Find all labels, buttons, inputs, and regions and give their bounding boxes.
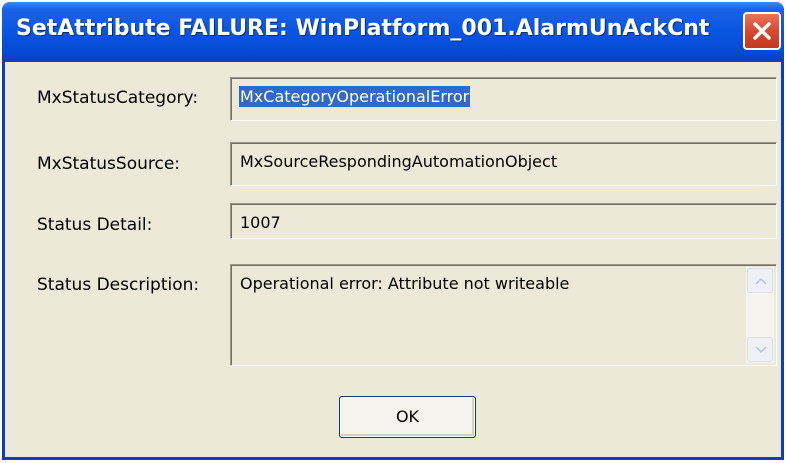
category-label: MxStatusCategory: (37, 88, 199, 108)
category-field[interactable]: MxCategoryOperationalError (230, 77, 777, 121)
category-value: MxCategoryOperationalError (239, 86, 471, 107)
source-value: MxSourceRespondingAutomationObject (240, 152, 558, 171)
description-value: Operational error: Attribute not writeab… (240, 274, 570, 293)
title-bar[interactable]: SetAttribute FAILURE: WinPlatform_001.Al… (2, 2, 784, 62)
detail-field[interactable]: 1007 (230, 203, 777, 239)
description-scrollbar[interactable] (746, 267, 774, 363)
dialog-window: SetAttribute FAILURE: WinPlatform_001.Al… (2, 2, 784, 460)
window-title: SetAttribute FAILURE: WinPlatform_001.Al… (16, 16, 710, 41)
close-icon (753, 22, 771, 40)
ok-button[interactable]: OK (339, 396, 476, 438)
scroll-up-button[interactable] (747, 268, 773, 293)
detail-label: Status Detail: (37, 215, 153, 235)
close-button[interactable] (743, 12, 781, 50)
description-field[interactable]: Operational error: Attribute not writeab… (230, 264, 777, 366)
description-label: Status Description: (37, 275, 200, 295)
detail-value: 1007 (240, 213, 281, 232)
chevron-down-icon (755, 346, 767, 354)
source-field[interactable]: MxSourceRespondingAutomationObject (230, 142, 777, 186)
chevron-up-icon (755, 277, 767, 285)
source-label: MxStatusSource: (37, 154, 181, 174)
scroll-down-button[interactable] (747, 337, 773, 362)
